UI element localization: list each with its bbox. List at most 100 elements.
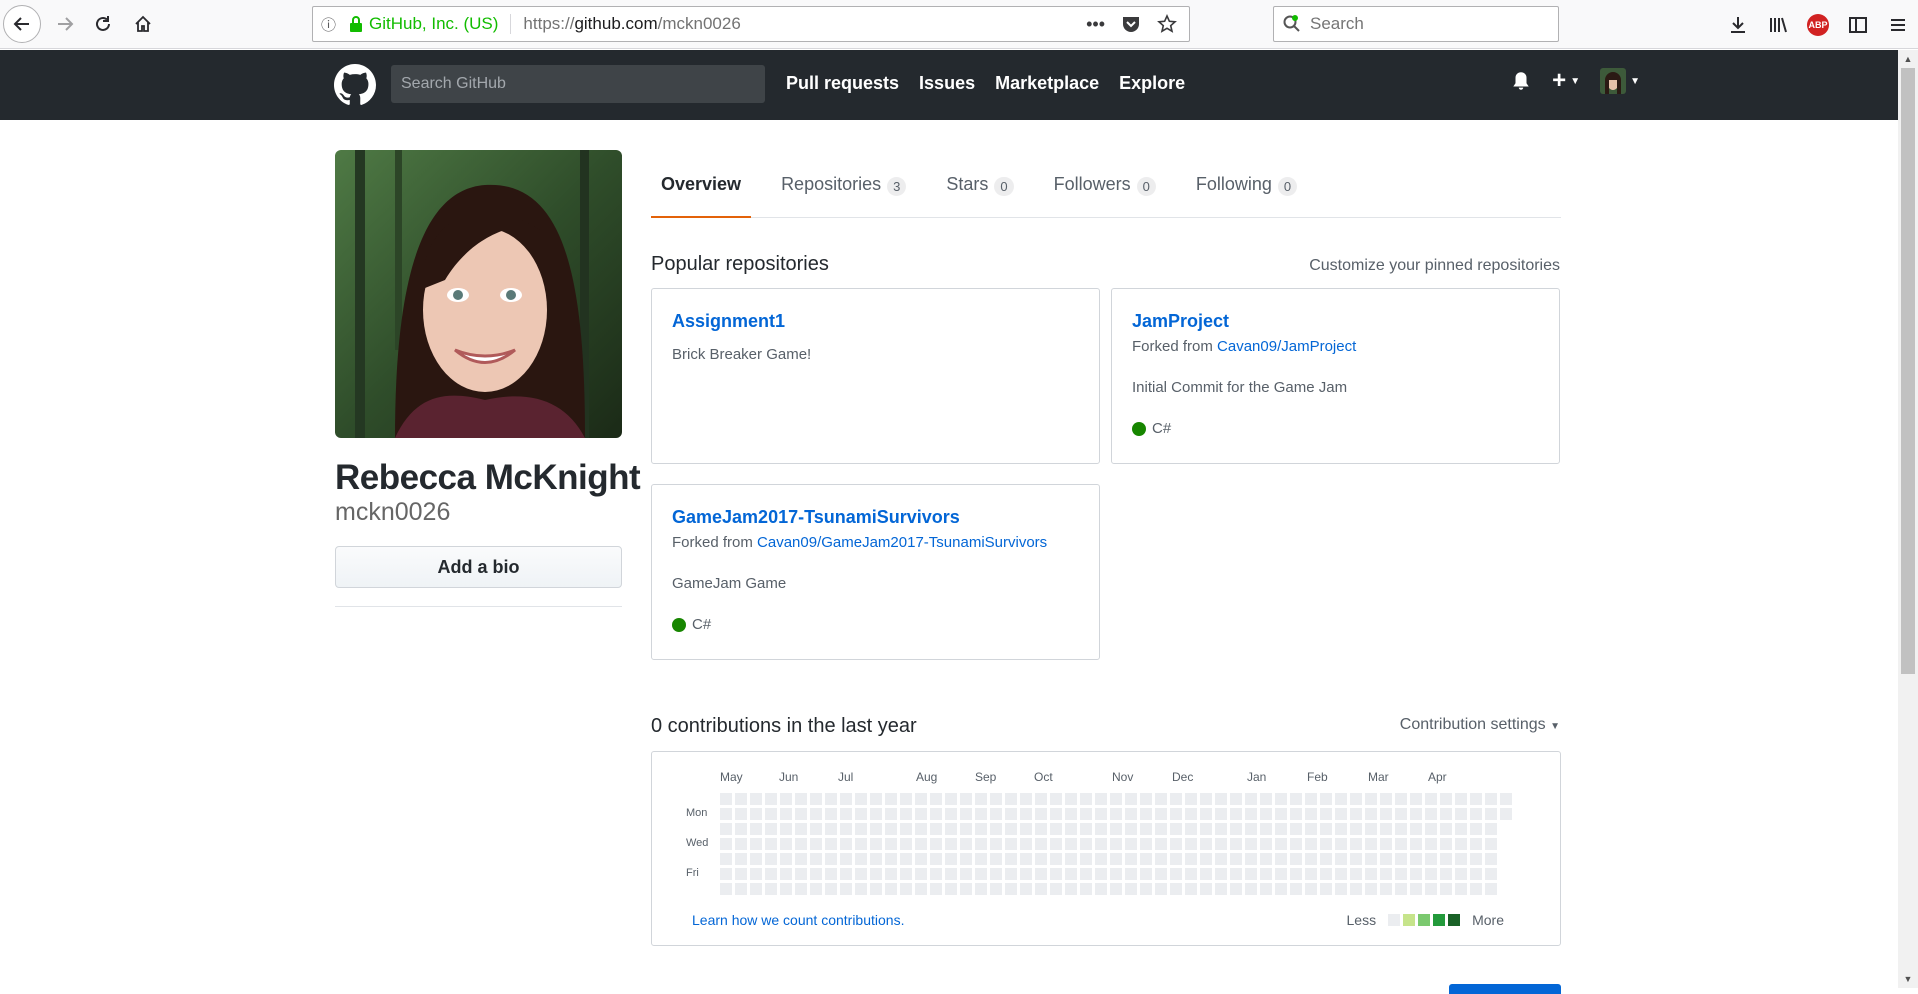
contribution-day[interactable] [1350, 808, 1362, 820]
contribution-day[interactable] [1200, 823, 1212, 835]
contribution-day[interactable] [1380, 823, 1392, 835]
contribution-day[interactable] [1155, 868, 1167, 880]
contribution-day[interactable] [1110, 808, 1122, 820]
contribution-day[interactable] [1065, 793, 1077, 805]
contribution-day[interactable] [855, 853, 867, 865]
contribution-day[interactable] [765, 808, 777, 820]
contribution-day[interactable] [1050, 838, 1062, 850]
contribution-day[interactable] [1185, 838, 1197, 850]
contribution-day[interactable] [1350, 883, 1362, 895]
contribution-day[interactable] [1335, 793, 1347, 805]
contribution-day[interactable] [795, 883, 807, 895]
contribution-day[interactable] [840, 793, 852, 805]
contribution-day[interactable] [1215, 838, 1227, 850]
contribution-day[interactable] [1365, 793, 1377, 805]
contribution-day[interactable] [750, 838, 762, 850]
contribution-day[interactable] [1290, 793, 1302, 805]
contribution-day[interactable] [1395, 823, 1407, 835]
scrollbar[interactable]: ▲ ▼ [1898, 50, 1918, 988]
contribution-day[interactable] [915, 823, 927, 835]
contribution-day[interactable] [1305, 823, 1317, 835]
contribution-day[interactable] [1305, 868, 1317, 880]
contribution-day[interactable] [1275, 838, 1287, 850]
contribution-day[interactable] [930, 808, 942, 820]
contribution-day[interactable] [1080, 853, 1092, 865]
contribution-day[interactable] [930, 838, 942, 850]
contribution-day[interactable] [1065, 868, 1077, 880]
contribution-day[interactable] [1470, 823, 1482, 835]
contribution-day[interactable] [765, 868, 777, 880]
contribution-day[interactable] [1275, 883, 1287, 895]
contribution-day[interactable] [1395, 883, 1407, 895]
contribution-day[interactable] [1485, 838, 1497, 850]
contribution-day[interactable] [960, 808, 972, 820]
contribution-day[interactable] [750, 868, 762, 880]
contribution-day[interactable] [1125, 793, 1137, 805]
contribution-day[interactable] [810, 838, 822, 850]
library-icon[interactable] [1758, 5, 1798, 45]
contribution-day[interactable] [810, 808, 822, 820]
contribution-day[interactable] [780, 808, 792, 820]
contribution-day[interactable] [1200, 838, 1212, 850]
contribution-day[interactable] [1245, 883, 1257, 895]
url-bar[interactable]: ⓘ GitHub, Inc. (US) https://github.com/m… [312, 6, 1190, 42]
contribution-day[interactable] [1485, 823, 1497, 835]
contribution-day[interactable] [1095, 868, 1107, 880]
tab-stars[interactable]: Stars 0 [936, 162, 1023, 218]
contribution-day[interactable] [1305, 853, 1317, 865]
contribution-day[interactable] [900, 883, 912, 895]
contribution-day[interactable] [735, 823, 747, 835]
contribution-day[interactable] [825, 853, 837, 865]
contribution-day[interactable] [1200, 853, 1212, 865]
contribution-day[interactable] [870, 838, 882, 850]
contribution-day[interactable] [1140, 853, 1152, 865]
contribution-day[interactable] [1440, 883, 1452, 895]
contribution-day[interactable] [1155, 823, 1167, 835]
contribution-day[interactable] [960, 853, 972, 865]
contribution-day[interactable] [1215, 808, 1227, 820]
contribution-day[interactable] [1185, 793, 1197, 805]
contribution-day[interactable] [1230, 823, 1242, 835]
contribution-day[interactable] [1155, 808, 1167, 820]
contribution-day[interactable] [1215, 793, 1227, 805]
contribution-day[interactable] [720, 808, 732, 820]
contribution-day[interactable] [1410, 838, 1422, 850]
contribution-day[interactable] [1155, 838, 1167, 850]
contribution-day[interactable] [1275, 868, 1287, 880]
contribution-day[interactable] [960, 823, 972, 835]
contribution-day[interactable] [975, 823, 987, 835]
contribution-day[interactable] [1335, 853, 1347, 865]
fork-source-link[interactable]: Cavan09/JamProject [1217, 338, 1356, 355]
contribution-day[interactable] [750, 823, 762, 835]
contribution-day[interactable] [1185, 808, 1197, 820]
contribution-day[interactable] [915, 793, 927, 805]
contribution-day[interactable] [1425, 793, 1437, 805]
contribution-day[interactable] [1215, 883, 1227, 895]
contribution-day[interactable] [840, 853, 852, 865]
contribution-day[interactable] [1200, 793, 1212, 805]
contribution-day[interactable] [1230, 853, 1242, 865]
contribution-day[interactable] [1455, 823, 1467, 835]
contribution-day[interactable] [1485, 868, 1497, 880]
contribution-day[interactable] [750, 883, 762, 895]
tab-following[interactable]: Following 0 [1186, 162, 1307, 218]
contribution-day[interactable] [900, 808, 912, 820]
contribution-day[interactable] [1200, 808, 1212, 820]
contribution-day[interactable] [1245, 793, 1257, 805]
contribution-day[interactable] [1110, 793, 1122, 805]
contribution-day[interactable] [795, 808, 807, 820]
browser-search-input[interactable] [1310, 14, 1540, 34]
contribution-day[interactable] [795, 838, 807, 850]
contribution-day[interactable] [1095, 853, 1107, 865]
contribution-day[interactable] [990, 823, 1002, 835]
contribution-day[interactable] [1440, 868, 1452, 880]
contribution-day[interactable] [915, 808, 927, 820]
contribution-day[interactable] [765, 793, 777, 805]
contribution-day[interactable] [825, 823, 837, 835]
contribution-day[interactable] [1140, 823, 1152, 835]
contribution-day[interactable] [855, 838, 867, 850]
contribution-day[interactable] [975, 838, 987, 850]
contribution-day[interactable] [1080, 868, 1092, 880]
contribution-day[interactable] [930, 868, 942, 880]
contribution-day[interactable] [855, 793, 867, 805]
